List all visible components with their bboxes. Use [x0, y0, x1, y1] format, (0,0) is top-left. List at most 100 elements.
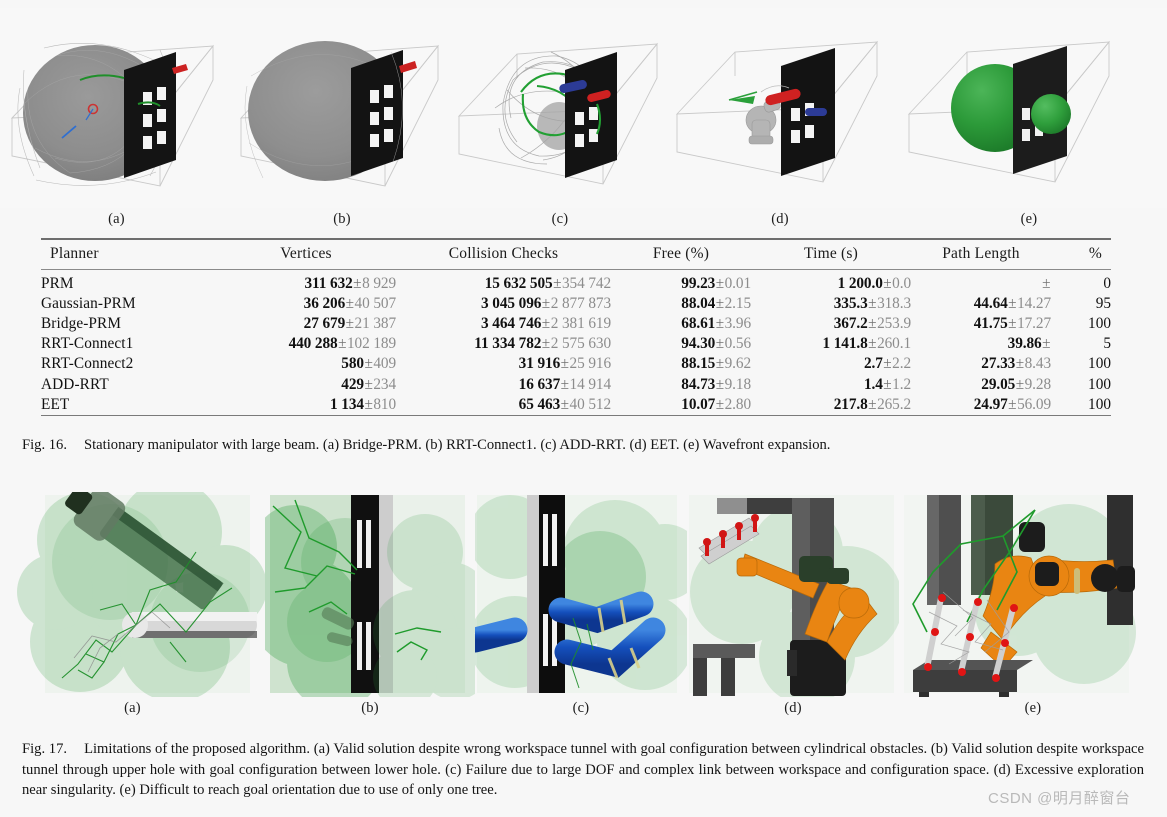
- cell-free: 10.07±2.80: [681, 395, 751, 413]
- cell-vertices: 36 206±40 507: [303, 294, 396, 312]
- cell-percent: 100: [1088, 355, 1111, 373]
- figure-16-panel-b: (b): [233, 8, 451, 233]
- results-table: Planner Vertices Collision Checks Free (…: [41, 238, 1111, 417]
- cell-time: 2.7±2.2: [863, 355, 911, 373]
- cell-time: 217.8±265.2: [833, 395, 911, 413]
- cell-percent: 0: [1103, 274, 1111, 292]
- panel-label-d: (d): [771, 211, 789, 227]
- cell-free: 88.15±9.62: [681, 355, 751, 373]
- panel17-label-b: (b): [361, 700, 379, 716]
- col-header-path-length: Path Length: [942, 244, 1020, 262]
- figure-17-number: Fig. 17.: [22, 741, 68, 757]
- figure-16-number: Fig. 16.: [22, 437, 68, 453]
- cell-vertices: 27 679±21 387: [303, 314, 396, 332]
- table-row: ADD-RRT 429±234 16 637±14 914 84.73±9.18 1.4…: [41, 374, 1111, 394]
- cell-path-length: 41.75±17.27: [973, 314, 1051, 332]
- figure-17-panel-row: (a) (b) (c) (d) (e): [0, 492, 1167, 720]
- cell-percent: 5: [1103, 335, 1111, 353]
- figure-17-panel-b: (b): [265, 492, 475, 720]
- cell-vertices: 440 288±102 189: [288, 335, 397, 353]
- cell-vertices: 311 632±8 929: [304, 274, 397, 292]
- table-row: RRT-Connect1 440 288±102 189 11 334 782±2 …: [41, 334, 1111, 354]
- cell-path-length: ±: [1042, 274, 1051, 292]
- figure-16-panel-row: (a) (b) (c) (d) (e): [0, 8, 1167, 233]
- cell-collision-checks: 16 637±14 914: [518, 375, 611, 393]
- cell-path-length: 44.64±14.27: [973, 294, 1051, 312]
- cell-collision-checks: 3 045 096±2 877 873: [481, 294, 611, 312]
- cell-path-length: 27.33±8.43: [981, 355, 1051, 373]
- panel-label-a: (a): [108, 211, 125, 227]
- cell-collision-checks: 65 463±40 512: [518, 395, 611, 413]
- cell-planner: RRT-Connect2: [41, 355, 134, 373]
- cell-percent: 100: [1088, 314, 1111, 332]
- cell-time: 335.3±318.3: [833, 294, 911, 312]
- figure-16-panel-e: (e): [891, 8, 1167, 233]
- table-row: Bridge-PRM 27 679±21 387 3 464 746±2 381 6…: [41, 314, 1111, 334]
- table-body: PRM 311 632±8 929 15 632 505±354 742 99.23±…: [41, 269, 1111, 415]
- table-bottom-rule: [41, 414, 1111, 417]
- cell-collision-checks: 11 334 782±2 575 630: [474, 335, 611, 353]
- cell-path-length: 24.97±56.09: [973, 395, 1051, 413]
- figure-16-panel-c: (c): [451, 8, 669, 233]
- panel17-label-a: (a): [124, 700, 141, 716]
- figure-16-caption-text: Stationary manipulator with large beam. …: [84, 437, 831, 453]
- cell-vertices: 1 134±810: [330, 395, 396, 413]
- panel17-label-d: (d): [784, 700, 802, 716]
- panel-label-b: (b): [333, 211, 351, 227]
- panel-c-image: [451, 8, 669, 208]
- cell-path-length: 39.86±: [1007, 335, 1051, 353]
- panel17-c-image: [475, 492, 687, 697]
- cell-planner: Bridge-PRM: [41, 314, 122, 332]
- cell-free: 68.61±3.96: [681, 314, 751, 332]
- figure-16-panel-a: (a): [0, 8, 233, 233]
- cell-planner: ADD-RRT: [41, 375, 109, 393]
- table-row: Gaussian-PRM 36 206±40 507 3 045 096±2 877…: [41, 294, 1111, 314]
- panel-a-image: [0, 8, 233, 208]
- col-header-percent: %: [1088, 244, 1102, 262]
- panel17-b-image: [265, 492, 475, 697]
- cell-free: 88.04±2.15: [681, 294, 751, 312]
- col-header-time: Time (s): [804, 244, 858, 262]
- panel-b-image: [233, 8, 451, 208]
- table-row: PRM 311 632±8 929 15 632 505±354 742 99.23±…: [41, 269, 1111, 294]
- figure-17-caption-text: Limitations of the proposed algorithm. (…: [22, 741, 1144, 799]
- figure-16-caption: Fig. 16. Stationary manipulator with larg…: [22, 435, 1142, 456]
- panel17-e-image: [899, 492, 1167, 697]
- results-table-grid: Planner Vertices Collision Checks Free (…: [41, 240, 1111, 415]
- table-row: RRT-Connect2 580±409 31 916±25 916 88.15±9.…: [41, 354, 1111, 374]
- panel-label-e: (e): [1020, 211, 1038, 227]
- figure-17-panel-d: (d): [687, 492, 899, 720]
- cell-free: 94.30±0.56: [681, 335, 751, 353]
- cell-collision-checks: 15 632 505±354 742: [484, 274, 611, 292]
- cell-free: 99.23±0.01: [681, 274, 751, 292]
- figure-17-panel-e: (e): [899, 492, 1167, 720]
- panel17-label-c: (c): [572, 700, 590, 716]
- figure-17-panel-a: (a): [0, 492, 265, 720]
- panel17-label-e: (e): [1024, 700, 1042, 716]
- cell-planner: Gaussian-PRM: [41, 294, 136, 312]
- panel-e-image: [891, 8, 1167, 208]
- col-header-collision-checks: Collision Checks: [448, 244, 559, 262]
- cell-time: 367.2±253.9: [833, 314, 911, 332]
- cell-time: 1.4±1.2: [863, 375, 911, 393]
- table-header-row: Planner Vertices Collision Checks Free (…: [41, 240, 1111, 270]
- csdn-watermark: CSDN @明月醉窗台: [988, 790, 1131, 807]
- paper-page: (a) (b) (c) (d) (e) Planner Vertices Col…: [0, 0, 1167, 817]
- cell-time: 1 200.0±0.0: [837, 274, 912, 292]
- cell-free: 84.73±9.18: [681, 375, 751, 393]
- col-header-free: Free (%): [652, 244, 710, 262]
- cell-collision-checks: 31 916±25 916: [518, 355, 611, 373]
- table-row: EET 1 134±810 65 463±40 512 10.07±2.80 217.8…: [41, 395, 1111, 415]
- cell-percent: 95: [1095, 294, 1111, 312]
- col-header-vertices: Vertices: [280, 244, 332, 262]
- panel-label-c: (c): [551, 211, 569, 227]
- panel17-d-image: [687, 492, 899, 697]
- cell-planner: EET: [41, 395, 70, 413]
- cell-time: 1 141.8±260.1: [822, 335, 911, 353]
- cell-vertices: 429±234: [341, 375, 396, 393]
- cell-planner: PRM: [41, 274, 74, 292]
- cell-vertices: 580±409: [341, 355, 396, 373]
- figure-17-panel-c: (c): [475, 492, 687, 720]
- figure-17-caption: Fig. 17. Limitations of the proposed algo…: [22, 739, 1144, 801]
- panel17-a-image: [0, 492, 265, 697]
